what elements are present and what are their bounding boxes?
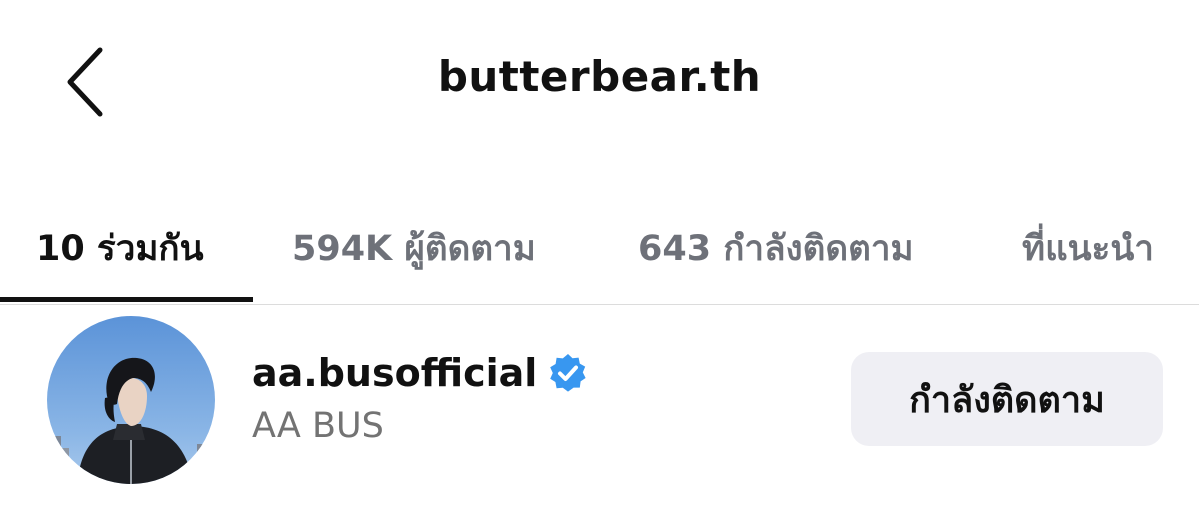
username-link[interactable]: aa.busofficial	[252, 348, 589, 398]
tab-bar: 10 ร่วมกัน 594K ผู้ติดตาม 643 กำลังติดตา…	[0, 205, 1199, 305]
list-item: aa.busofficial AA BUS กำลังติดตาม	[0, 306, 1199, 509]
full-name: AA BUS	[252, 406, 384, 446]
verified-badge-icon	[547, 352, 589, 394]
tab-mutual[interactable]: 10 ร่วมกัน	[36, 221, 204, 276]
following-button[interactable]: กำลังติดตาม	[851, 352, 1163, 446]
page-title: butterbear.th	[437, 52, 762, 101]
avatar-image	[47, 316, 215, 484]
top-bar: butterbear.th	[0, 0, 1199, 170]
divider	[0, 304, 1199, 305]
avatar[interactable]	[47, 316, 215, 484]
tab-following[interactable]: 643 กำลังติดตาม	[638, 221, 914, 276]
username: aa.busofficial	[252, 351, 538, 395]
tab-followers[interactable]: 594K ผู้ติดตาม	[292, 221, 536, 276]
active-tab-indicator	[0, 297, 253, 302]
tab-suggested[interactable]: ที่แนะนำ	[1022, 221, 1154, 276]
